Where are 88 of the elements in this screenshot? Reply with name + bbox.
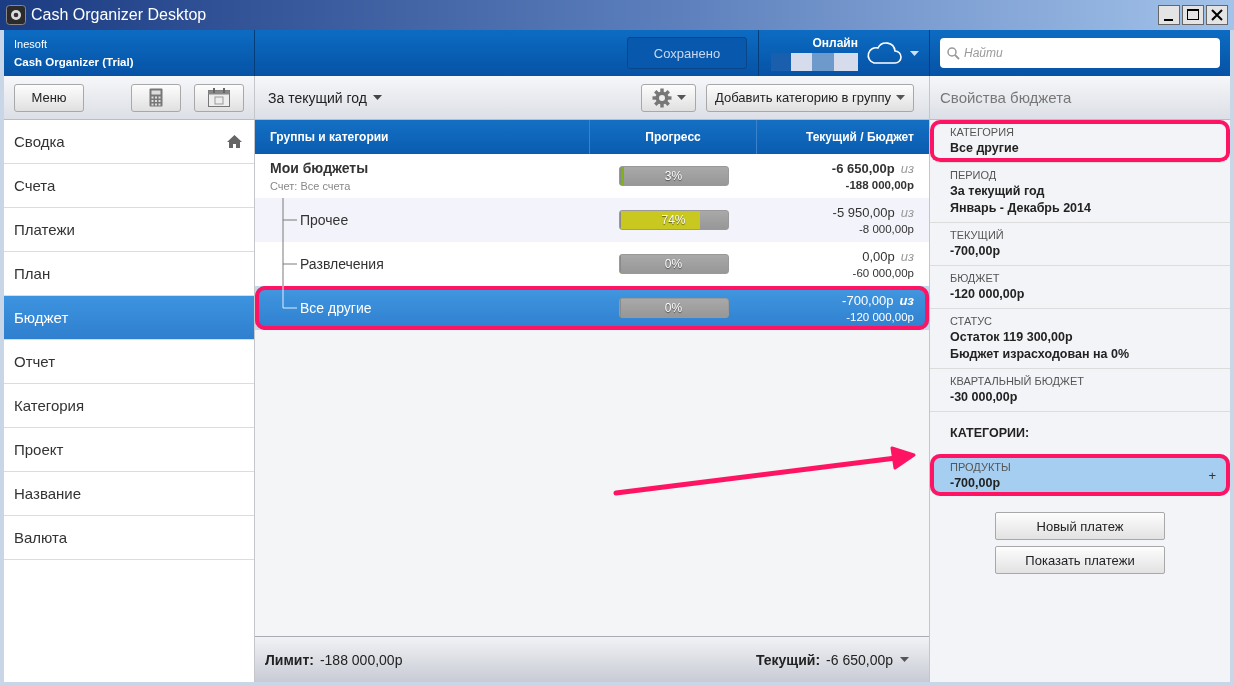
- home-icon: [227, 135, 242, 148]
- sidebar-item[interactable]: Отчет: [4, 340, 254, 384]
- property-value: За текущий год: [950, 184, 1046, 198]
- property-label: ПЕРИОД: [950, 169, 998, 181]
- current-amount: -5 950,00р: [832, 205, 895, 220]
- limit-value: -188 000,00р: [319, 651, 403, 668]
- save-status-button[interactable]: Сохранено: [627, 37, 747, 69]
- sidebar-item[interactable]: Название: [4, 472, 254, 516]
- current-amount: -700,00р: [842, 293, 894, 308]
- panel-title: Свойства бюджета: [939, 89, 1072, 106]
- budget-amount: -120 000,00р: [846, 311, 914, 323]
- add-category-button[interactable]: Добавить категорию в группу: [706, 83, 914, 112]
- sidebar-item[interactable]: Бюджет: [4, 296, 254, 340]
- of-label: из: [900, 205, 914, 220]
- category-name: Прочее: [300, 212, 349, 228]
- settings-button[interactable]: [641, 83, 696, 112]
- progress-label: 0%: [663, 257, 684, 271]
- group-name: Мои бюджеты: [270, 160, 369, 176]
- table-row[interactable]: Развлечения 0% 0,00р из -60 000,00р: [255, 242, 929, 286]
- cloud-icon[interactable]: [866, 41, 902, 65]
- property-value: Январь - Декабрь 2014: [950, 201, 1092, 215]
- current-amount: 0,00р: [862, 249, 895, 264]
- calculator-icon: [149, 88, 163, 107]
- category-name: Все другие: [300, 300, 372, 316]
- of-label: из: [900, 161, 914, 176]
- maximize-icon[interactable]: [1182, 5, 1204, 25]
- expand-toggle[interactable]: +: [1208, 467, 1216, 483]
- close-icon[interactable]: [1206, 5, 1228, 25]
- window-title: Cash Organizer Desktop: [31, 6, 207, 24]
- app-icon: [6, 5, 26, 25]
- budget-amount: -60 000,00р: [852, 267, 914, 279]
- period-dropdown[interactable]: За текущий год: [268, 89, 382, 106]
- action-button[interactable]: Новый платеж: [995, 512, 1165, 540]
- property-value: Остаток 119 300,00р: [950, 330, 1074, 344]
- caret-icon: [896, 95, 905, 100]
- calculator-button[interactable]: [131, 83, 181, 112]
- sidebar-item[interactable]: Счета: [4, 164, 254, 208]
- sidebar-item[interactable]: Валюта: [4, 516, 254, 560]
- categories-heading: КАТЕГОРИИ:: [949, 425, 1031, 442]
- property-label: КВАРТАЛЬНЫЙ БЮДЖЕТ: [950, 375, 1086, 387]
- property-label: КАТЕГОРИЯ: [950, 126, 1016, 138]
- budget-amount: -8 000,00р: [859, 223, 914, 235]
- account-subtitle: Счет: Все счета: [270, 180, 351, 192]
- of-label: из: [900, 249, 914, 264]
- action-button[interactable]: Показать платежи: [995, 546, 1165, 574]
- category-amount: -700,00р: [950, 475, 1002, 490]
- current-amount: -6 650,00р: [831, 161, 895, 176]
- settings-icon: [651, 87, 672, 108]
- calendar-icon: [208, 88, 230, 107]
- current-label: Текущий:: [755, 651, 821, 668]
- category-name: ПРОДУКТЫ: [950, 460, 1011, 473]
- property-value: -700,00р: [950, 244, 1002, 258]
- property-label: ТЕКУЩИЙ: [950, 229, 1005, 241]
- property-label: СТАТУС: [950, 315, 994, 327]
- property-value: Все другие: [950, 141, 1020, 155]
- progress-label: 74%: [660, 213, 687, 227]
- table-row[interactable]: Все другие 0% -700,00р из -120 000,00р: [255, 286, 929, 330]
- column-header[interactable]: Текущий / Бюджет: [757, 120, 930, 154]
- sidebar-item[interactable]: Сводка: [4, 120, 254, 164]
- menu-button[interactable]: Меню: [14, 83, 84, 112]
- property-label: БЮДЖЕТ: [950, 272, 1001, 284]
- budget-amount: -188 000,00р: [845, 179, 914, 191]
- product-name: Cash Organizer (Trial): [14, 56, 135, 68]
- caret-icon: [900, 657, 909, 662]
- limit-label: Лимит:: [265, 651, 314, 668]
- progress-label: 3%: [663, 169, 684, 183]
- caret-icon: [372, 95, 382, 100]
- sidebar-item[interactable]: Проект: [4, 428, 254, 472]
- caret-icon: [676, 95, 686, 100]
- sidebar-item[interactable]: Категория: [4, 384, 254, 428]
- search-field[interactable]: Найти: [940, 38, 1220, 68]
- property-value: Бюджет израсходован на 0%: [950, 347, 1130, 361]
- table-row[interactable]: Прочее 74% -5 950,00р из -8 000,00р: [255, 198, 929, 242]
- of-label: из: [899, 293, 914, 308]
- table-row[interactable]: Мои бюджеты Счет: Все счета 3% -6 650,00р из -188 000,00р: [255, 154, 929, 198]
- category-name: Развлечения: [300, 256, 384, 272]
- property-value: -30 000,00р: [950, 390, 1019, 404]
- minimize-icon[interactable]: [1158, 5, 1180, 25]
- caret-icon: [910, 50, 919, 56]
- current-value[interactable]: -6 650,00р: [826, 651, 893, 668]
- category-item[interactable]: ПРОДУКТЫ -700,00р +: [930, 454, 1230, 496]
- calendar-button[interactable]: [194, 83, 244, 112]
- sidebar-item[interactable]: Платежи: [4, 208, 254, 252]
- company-name: Inesoft: [14, 38, 49, 50]
- property-value: -120 000,00р: [950, 287, 1026, 301]
- progress-label: 0%: [663, 301, 684, 315]
- sync-status: Онлайн: [812, 35, 858, 50]
- tree-connector: [282, 198, 297, 242]
